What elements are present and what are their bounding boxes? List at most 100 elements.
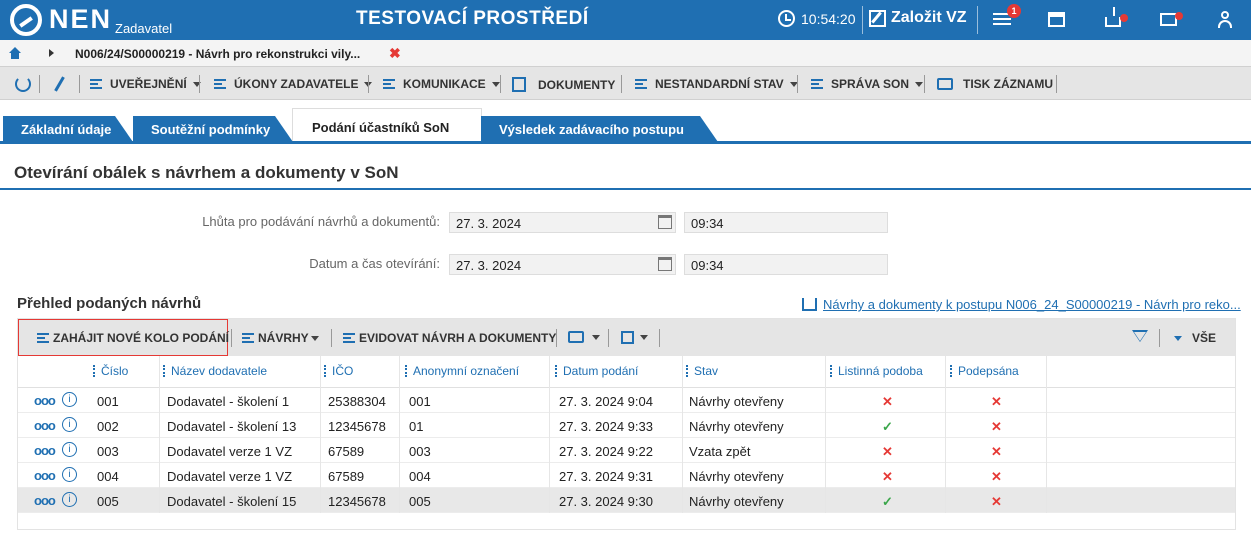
- close-icon[interactable]: ✖: [389, 45, 401, 62]
- list-icon: [811, 79, 823, 89]
- col-anonymni-oznaceni[interactable]: Anonymní označení: [405, 364, 519, 378]
- menu-uverejneni[interactable]: UVEŘEJNĚNÍ: [90, 77, 201, 91]
- deadline-date-field[interactable]: 27. 3. 2024: [449, 212, 676, 233]
- user-icon[interactable]: [1216, 11, 1236, 31]
- cell-cislo: 001: [97, 394, 119, 409]
- tab-podani-ucastniku[interactable]: Podání účastníků SoN: [292, 108, 482, 142]
- calendar-icon[interactable]: [658, 215, 672, 229]
- nen-logo[interactable]: NEN Zadavatel: [10, 4, 172, 36]
- cell-listinna-podoba: ✓: [882, 494, 893, 509]
- cell-podepsana: ✕: [991, 419, 1002, 434]
- table-row[interactable]: ooo i 002 Dodavatel - školení 13 12345678 01 2…: [18, 413, 1235, 438]
- opening-label: Datum a čas otevírání:: [309, 256, 440, 271]
- print-menu[interactable]: [568, 331, 600, 343]
- cell-datum-podani: 27. 3. 2024 9:04: [559, 394, 653, 409]
- table-row[interactable]: ooo i 001 Dodavatel - školení 1 25388304 001 2…: [18, 388, 1235, 413]
- logo-icon: [10, 4, 42, 36]
- deadline-label: Lhůta pro podávání návrhů a dokumentů:: [202, 214, 440, 229]
- cell-cislo: 005: [97, 494, 119, 509]
- cell-nazev-dodavatele: Dodavatel - školení 13: [167, 419, 297, 434]
- cell-datum-podani: 27. 3. 2024 9:30: [559, 494, 653, 509]
- action-bar: UVEŘEJNĚNÍ ÚKONY ZADAVATELE KOMUNIKACE D…: [0, 66, 1251, 100]
- cell-stav: Návrhy otevřeny: [689, 394, 784, 409]
- grid-header: Číslo Název dodavatele IČO Anonymní ozna…: [18, 356, 1235, 388]
- more-options-icon[interactable]: ooo: [34, 418, 56, 433]
- cell-stav: Návrhy otevřeny: [689, 494, 784, 509]
- col-listinna-podoba[interactable]: Listinná podoba: [830, 364, 923, 378]
- home-icon[interactable]: [9, 47, 21, 59]
- export-menu[interactable]: [621, 331, 648, 344]
- new-round-button[interactable]: ZAHÁJIT NOVÉ KOLO PODÁNÍ: [37, 331, 229, 345]
- list-icon: [343, 333, 355, 343]
- documents-link[interactable]: Návrhy a dokumenty k postupu N006_24_S00…: [802, 297, 1241, 312]
- mail-icon[interactable]: [1160, 12, 1183, 26]
- breadcrumb-path[interactable]: N006/24/S00000219 - Návrh pro rekonstruk…: [75, 47, 360, 61]
- record-proposal-button[interactable]: EVIDOVAT NÁVRH A DOKUMENTY: [343, 331, 556, 345]
- table-row[interactable]: ooo i 003 Dodavatel verze 1 VZ 67589 003 27. 3…: [18, 438, 1235, 463]
- cell-nazev-dodavatele: Dodavatel - školení 15: [167, 494, 297, 509]
- caret-down-icon: [640, 335, 648, 340]
- menu-dokumenty[interactable]: DOKUMENTY: [512, 77, 615, 92]
- more-options-icon[interactable]: ooo: [34, 393, 56, 408]
- table-row[interactable]: ooo i 004 Dodavatel verze 1 VZ 67589 004 27. 3…: [18, 463, 1235, 488]
- cell-stav: Návrhy otevřeny: [689, 419, 784, 434]
- clock-icon: [778, 10, 795, 27]
- menu-komunikace[interactable]: KOMUNIKACE: [383, 77, 500, 91]
- deadline-time-field[interactable]: 09:34: [684, 212, 888, 233]
- cell-stav: Vzata zpět: [689, 444, 751, 459]
- list-icon: [383, 79, 395, 89]
- info-icon[interactable]: i: [62, 417, 77, 432]
- col-podepsana[interactable]: Podepsána: [950, 364, 1019, 378]
- filter-all-select[interactable]: VŠE: [1174, 331, 1216, 345]
- cell-listinna-podoba: ✓: [882, 419, 893, 434]
- cell-ico: 67589: [328, 469, 365, 484]
- menu-ukony-zadavatele[interactable]: ÚKONY ZADAVATELE: [214, 77, 373, 91]
- col-cislo[interactable]: Číslo: [93, 364, 128, 378]
- list-icon: [214, 79, 226, 89]
- menu-icon[interactable]: 1: [993, 4, 1021, 30]
- col-nazev-dodavatele[interactable]: Název dodavatele: [163, 364, 267, 378]
- opening-time-field[interactable]: 09:34: [684, 254, 888, 275]
- cell-ico: 12345678: [328, 419, 386, 434]
- calendar-icon[interactable]: [658, 257, 672, 271]
- header-divider: [862, 6, 863, 34]
- cell-anonymni-oznaceni: 005: [409, 494, 431, 509]
- cell-nazev-dodavatele: Dodavatel verze 1 VZ: [167, 469, 293, 484]
- col-stav[interactable]: Stav: [686, 364, 718, 378]
- info-icon[interactable]: i: [62, 442, 77, 457]
- cell-anonymni-oznaceni: 01: [409, 419, 424, 434]
- col-datum-podani[interactable]: Datum podání: [555, 364, 638, 378]
- tab-soutezni-podminky[interactable]: Soutěžní podmínky: [133, 116, 293, 142]
- info-icon[interactable]: i: [62, 467, 77, 482]
- menu-tisk-zaznamu[interactable]: TISK ZÁZNAMU: [937, 77, 1053, 91]
- table-row[interactable]: ooo i 005 Dodavatel - školení 15 12345678 005…: [18, 488, 1235, 513]
- create-vz-button[interactable]: Založit VZ: [869, 9, 967, 27]
- chevron-right-icon: [49, 49, 54, 57]
- environment-title: TESTOVACÍ PROSTŘEDÍ: [356, 8, 589, 29]
- menu-nestandardni-stav[interactable]: NESTANDARDNÍ STAV: [635, 77, 798, 91]
- caret-down-icon: [310, 335, 319, 341]
- menu-sprava-son[interactable]: SPRÁVA SON: [811, 77, 924, 91]
- opening-date-field[interactable]: 27. 3. 2024: [449, 254, 676, 275]
- more-options-icon[interactable]: ooo: [34, 493, 56, 508]
- calculator-icon[interactable]: [1048, 12, 1065, 27]
- refresh-icon[interactable]: [15, 76, 31, 92]
- info-icon[interactable]: i: [62, 492, 77, 507]
- more-options-icon[interactable]: ooo: [34, 468, 56, 483]
- col-ico[interactable]: IČO: [324, 364, 353, 378]
- tab-zakladni-udaje[interactable]: Základní údaje: [3, 116, 133, 142]
- breadcrumb: N006/24/S00000219 - Návrh pro rekonstruk…: [0, 40, 1251, 66]
- cell-cislo: 003: [97, 444, 119, 459]
- cell-podepsana: ✕: [991, 469, 1002, 484]
- tab-vysledek-zadavaciho-postupu[interactable]: Výsledek zadávacího postupu: [481, 116, 718, 142]
- cell-anonymni-oznaceni: 001: [409, 394, 431, 409]
- inbox-icon[interactable]: [1105, 7, 1128, 27]
- pencil-square-icon: [869, 9, 886, 27]
- inbox-dot: [1120, 14, 1128, 22]
- cell-anonymni-oznaceni: 004: [409, 469, 431, 484]
- filter-icon[interactable]: [1132, 330, 1148, 342]
- proposals-menu[interactable]: NÁVRHY: [242, 331, 319, 345]
- more-options-icon[interactable]: ooo: [34, 443, 56, 458]
- edit-icon[interactable]: [54, 76, 65, 92]
- info-icon[interactable]: i: [62, 392, 77, 407]
